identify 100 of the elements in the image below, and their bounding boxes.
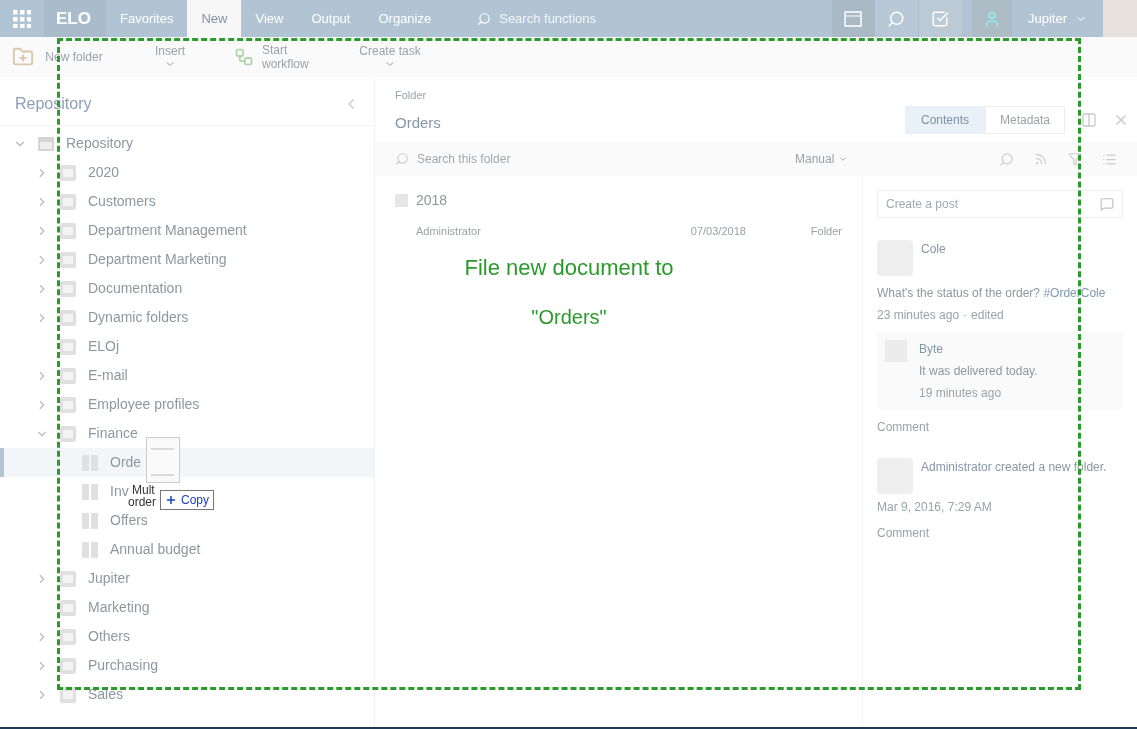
speech-bubble-icon[interactable] <box>1100 197 1114 211</box>
item-name[interactable]: 2018 <box>416 190 448 211</box>
folder-icon <box>82 454 98 471</box>
tree-item[interactable]: Inv <box>110 481 129 502</box>
tree-item[interactable]: Repository <box>66 133 133 154</box>
menu-tab[interactable]: New <box>187 0 242 37</box>
folder-icon <box>82 512 98 529</box>
tree-item[interactable]: Employee profiles <box>88 394 200 415</box>
tree-item[interactable]: Others <box>88 626 130 647</box>
ribbon-button[interactable]: Start workflow <box>234 43 326 71</box>
item-type: Folder <box>810 224 842 239</box>
search-input[interactable]: Search functions <box>499 8 800 29</box>
folder-plus-icon <box>12 46 34 68</box>
archive-icon <box>843 10 862 27</box>
app-logo: ELO <box>56 7 91 30</box>
grid-icon <box>13 9 31 28</box>
cabinet-icon <box>60 686 76 703</box>
tree-item[interactable]: Offers <box>110 510 148 531</box>
item-owner: Administrator <box>416 224 482 239</box>
cabinet-icon <box>60 367 76 384</box>
folder-icon <box>82 483 98 500</box>
tree-item[interactable]: Purchasing <box>88 655 159 676</box>
tree-item[interactable]: Annual budget <box>110 539 201 560</box>
tree-item[interactable]: Jupiter <box>88 568 131 589</box>
tree-item[interactable]: Orde <box>110 452 142 473</box>
panel-tab[interactable]: Contents <box>905 106 985 134</box>
archive-button[interactable] <box>831 0 874 37</box>
menu-tab[interactable]: View <box>241 0 298 37</box>
photo-placeholder <box>1103 0 1137 37</box>
list-icon[interactable] <box>1102 151 1117 167</box>
tree-item[interactable]: Customers <box>88 191 156 212</box>
tree-item[interactable]: Dynamic folders <box>88 307 189 328</box>
tasks-button[interactable] <box>917 0 962 37</box>
caret-icon <box>838 154 849 164</box>
cabinet-icon <box>60 425 76 442</box>
copy-label: Copy <box>181 492 209 509</box>
search-icon <box>395 152 409 166</box>
check-icon <box>931 9 950 28</box>
post-time: 23 minutes ago <box>877 307 960 324</box>
tree-item[interactable]: Finance <box>88 423 138 444</box>
tree-item[interactable]: Sales <box>88 684 124 705</box>
cabinet-icon <box>60 193 76 210</box>
cabinet-icon <box>60 309 76 326</box>
cabinet-icon <box>60 599 76 616</box>
cabinet-icon <box>60 251 76 268</box>
separator-dot: · <box>963 307 968 324</box>
file-label: order <box>128 496 156 508</box>
search-button[interactable] <box>873 0 918 37</box>
cabinet-icon <box>60 570 76 587</box>
sort-dropdown[interactable]: Manual <box>795 150 849 168</box>
filter-icon[interactable] <box>1068 152 1082 166</box>
item-date: 07/03/2018 <box>690 224 747 239</box>
user-menu[interactable]: Jupiter <box>1011 0 1103 37</box>
comment-link[interactable]: Comment <box>877 418 929 436</box>
panel-tab[interactable]: Metadata <box>985 106 1065 134</box>
search-icon[interactable] <box>999 151 1014 167</box>
cabinet-icon <box>60 280 76 297</box>
post-text: What's the status of the order? #OrderCole <box>877 285 1107 302</box>
tree-item[interactable]: Department Management <box>88 220 247 241</box>
cabinet-icon <box>60 164 76 181</box>
drop-title: File new document to <box>464 254 674 282</box>
post-time: Mar 9, 2016, 7:29 AM <box>877 499 992 516</box>
tree-item[interactable]: E-mail <box>88 365 128 386</box>
reply-text: It was delivered today. <box>919 363 1038 380</box>
cabinet-icon <box>60 338 76 355</box>
breadcrumb: Folder <box>395 88 428 103</box>
post-field[interactable]: Create a post <box>877 190 1123 218</box>
tree-item[interactable]: Documentation <box>88 278 183 299</box>
folder-icon <box>82 541 98 558</box>
edited-note: edited <box>971 307 1004 324</box>
reply-time: 19 minutes ago <box>919 385 1003 402</box>
function-search[interactable]: Search functions <box>477 0 818 37</box>
tree-item[interactable]: 2020 <box>88 162 120 183</box>
ribbon-button[interactable]: Insert <box>138 44 202 70</box>
folder-search-input[interactable]: Search this folder <box>417 150 767 168</box>
menu-tab[interactable]: Organize <box>364 0 446 37</box>
workflow-icon <box>234 47 254 67</box>
folder-icon <box>395 194 408 207</box>
drop-target: "Orders" <box>531 305 607 330</box>
menu-tab[interactable]: Output <box>297 0 365 37</box>
menu-tab[interactable]: Favorites <box>106 0 188 37</box>
cabinet-icon <box>60 657 76 674</box>
ribbon-button[interactable]: Create task <box>358 44 422 70</box>
tree-item[interactable]: Department Marketing <box>88 249 227 270</box>
post-text: Cole <box>921 241 946 258</box>
layout-icon[interactable] <box>1081 112 1097 128</box>
search-icon <box>887 9 906 28</box>
comment-link[interactable]: Comment <box>877 524 929 542</box>
post-input[interactable]: Create a post <box>886 195 1066 213</box>
cabinet-icon <box>60 628 76 645</box>
panel-title: Repository <box>15 93 92 114</box>
feed-icon[interactable] <box>1034 152 1048 166</box>
archive-icon <box>38 136 54 151</box>
search-icon <box>477 11 492 26</box>
cabinet-icon <box>60 396 76 413</box>
file-label: Mult <box>132 484 155 496</box>
plus-icon <box>165 494 177 506</box>
user-button[interactable] <box>971 0 1012 37</box>
tree-item[interactable]: ELOj <box>88 336 120 357</box>
tree-item[interactable]: Marketing <box>88 597 150 618</box>
